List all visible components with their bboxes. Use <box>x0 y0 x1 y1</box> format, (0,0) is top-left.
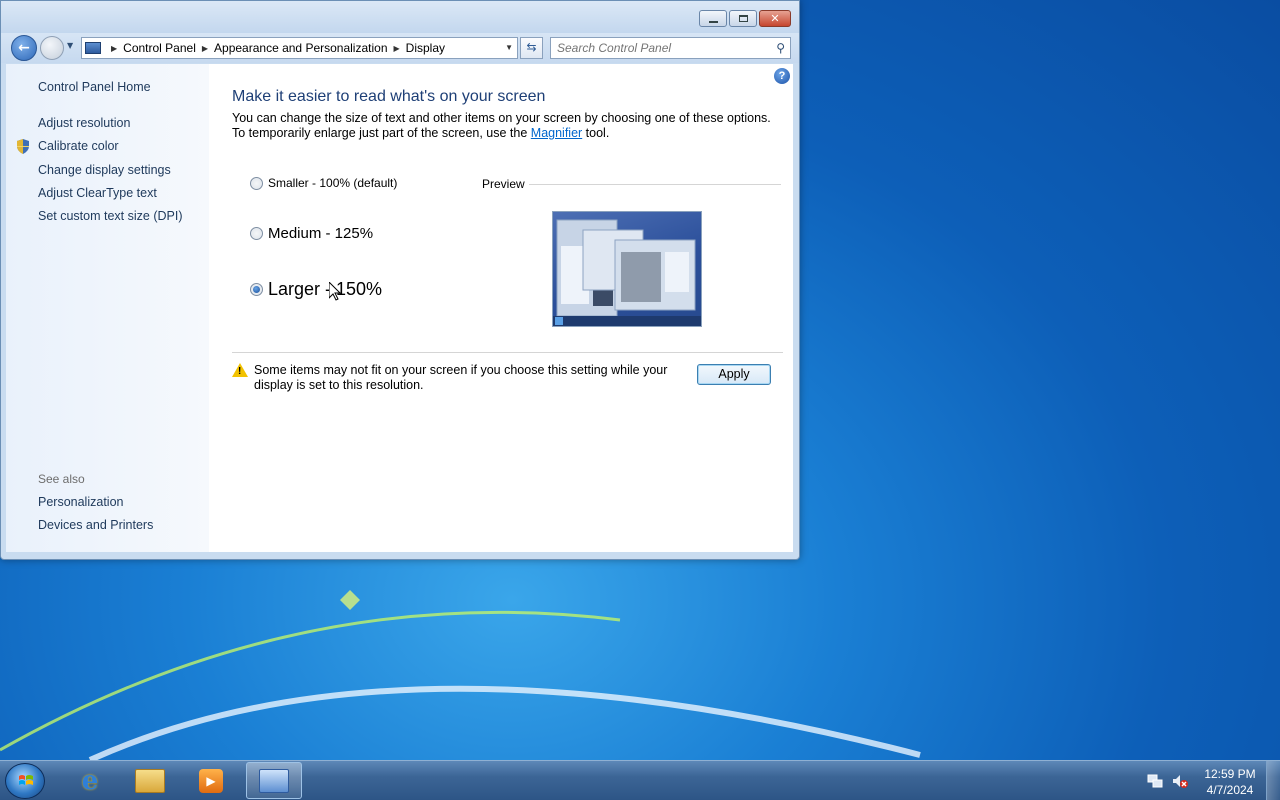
taskbar-media-player[interactable]: ▶ <box>183 762 239 799</box>
taskbar-control-panel[interactable] <box>246 762 302 799</box>
navigation-bar: ← ▼ ▶ Control Panel ▶ Appearance and Per… <box>1 33 799 63</box>
chevron-right-icon[interactable]: ▶ <box>111 44 117 53</box>
recent-pages-button[interactable]: ▼ <box>67 41 77 55</box>
refresh-icon: ⇆ <box>526 40 537 54</box>
option-smaller-label[interactable]: Smaller - 100% (default) <box>268 176 397 190</box>
control-panel-icon <box>259 768 289 793</box>
restore-icon <box>738 15 748 22</box>
restore-button[interactable] <box>729 10 757 27</box>
forward-button[interactable] <box>40 36 64 60</box>
preview-image <box>552 211 702 327</box>
volume-muted-icon[interactable] <box>1172 773 1188 789</box>
description-text: You can change the size of text and othe… <box>232 111 771 140</box>
section-divider <box>232 352 783 353</box>
search-input[interactable] <box>551 38 761 58</box>
warning-exclamation: ! <box>238 366 242 377</box>
see-also-heading: See also <box>38 472 85 486</box>
sidebar-link-devices-printers[interactable]: Devices and Printers <box>38 518 153 532</box>
back-arrow-icon: ← <box>18 40 30 56</box>
option-larger[interactable]: Larger - 150% <box>250 279 382 300</box>
breadcrumb-appearance[interactable]: Appearance and Personalization <box>214 41 387 55</box>
media-player-icon: ▶ <box>199 768 223 793</box>
option-medium-label[interactable]: Medium - 125% <box>268 225 373 242</box>
chevron-down-icon: ▼ <box>67 41 74 50</box>
chevron-right-icon[interactable]: ▶ <box>202 44 208 53</box>
description-text-end: tool. <box>582 126 610 140</box>
radio-larger[interactable] <box>250 283 263 296</box>
option-medium[interactable]: Medium - 125% <box>250 225 373 242</box>
close-icon: ✕ <box>770 12 780 25</box>
minimize-icon <box>708 20 718 23</box>
sidebar-link-adjust-cleartype[interactable]: Adjust ClearType text <box>38 186 157 200</box>
search-icon[interactable]: ⚲ <box>776 41 785 55</box>
address-dropdown-icon[interactable]: ▼ <box>505 43 513 52</box>
control-panel-icon <box>85 42 101 54</box>
option-smaller[interactable]: Smaller - 100% (default) <box>250 176 397 190</box>
windows-explorer-icon <box>135 768 165 793</box>
magnifier-link[interactable]: Magnifier <box>531 126 582 140</box>
page-title: Make it easier to read what's on your sc… <box>232 88 546 105</box>
wallpaper-glow <box>0 590 921 760</box>
minimize-button[interactable] <box>699 10 727 27</box>
taskbar: e ▶ 12:59 PM 4/7/2024 <box>0 760 1280 800</box>
network-icon[interactable] <box>1147 773 1163 789</box>
sidebar-link-adjust-resolution[interactable]: Adjust resolution <box>38 116 130 130</box>
page-description: You can change the size of text and othe… <box>232 111 777 141</box>
sidebar-link-personalization[interactable]: Personalization <box>38 495 123 509</box>
clock-time: 12:59 PM <box>1204 767 1256 781</box>
preview-illustration <box>553 219 701 326</box>
shield-icon <box>17 139 29 154</box>
radio-smaller[interactable] <box>250 176 263 190</box>
refresh-button[interactable]: ⇆ <box>520 37 543 59</box>
show-desktop-button[interactable] <box>1266 761 1280 800</box>
preview-label: Preview <box>482 177 525 191</box>
taskbar-windows-explorer[interactable] <box>122 762 178 799</box>
chevron-right-icon[interactable]: ▶ <box>394 44 400 53</box>
back-button[interactable]: ← <box>11 35 37 61</box>
windows-logo-icon <box>19 775 33 785</box>
title-bar[interactable]: ✕ <box>1 1 799 33</box>
search-box[interactable]: ⚲ <box>550 37 791 59</box>
sidebar-link-custom-text-size[interactable]: Set custom text size (DPI) <box>38 209 182 223</box>
sidebar-link-control-panel-home[interactable]: Control Panel Home <box>38 80 151 94</box>
address-bar[interactable]: ▶ Control Panel ▶ Appearance and Persona… <box>81 37 518 59</box>
start-button[interactable] <box>5 763 45 799</box>
main-content: ? Make it easier to read what's on your … <box>209 64 793 552</box>
mouse-cursor-icon <box>329 282 341 301</box>
breadcrumb-control-panel[interactable]: Control Panel <box>123 41 196 55</box>
warning-text: Some items may not fit on your screen if… <box>254 363 668 392</box>
close-button[interactable]: ✕ <box>759 10 791 27</box>
clock-date: 4/7/2024 <box>1206 783 1254 797</box>
internet-explorer-icon: e <box>81 765 99 796</box>
help-icon[interactable]: ? <box>774 68 790 84</box>
option-larger-label[interactable]: Larger - 150% <box>268 279 382 300</box>
preview-divider <box>529 184 781 185</box>
system-clock[interactable]: 12:59 PM 4/7/2024 <box>1200 766 1260 798</box>
sidebar-link-calibrate-color[interactable]: Calibrate color <box>38 139 119 153</box>
control-panel-window: ✕ ← ▼ ▶ Control Panel ▶ Appearance and P… <box>0 0 800 560</box>
sidebar: Control Panel Home Adjust resolution Cal… <box>6 64 209 552</box>
taskbar-internet-explorer[interactable]: e <box>62 762 118 799</box>
sidebar-link-change-display-settings[interactable]: Change display settings <box>38 163 171 177</box>
radio-medium[interactable] <box>250 227 263 240</box>
breadcrumb-display[interactable]: Display <box>406 41 445 55</box>
apply-button[interactable]: Apply <box>697 364 771 385</box>
